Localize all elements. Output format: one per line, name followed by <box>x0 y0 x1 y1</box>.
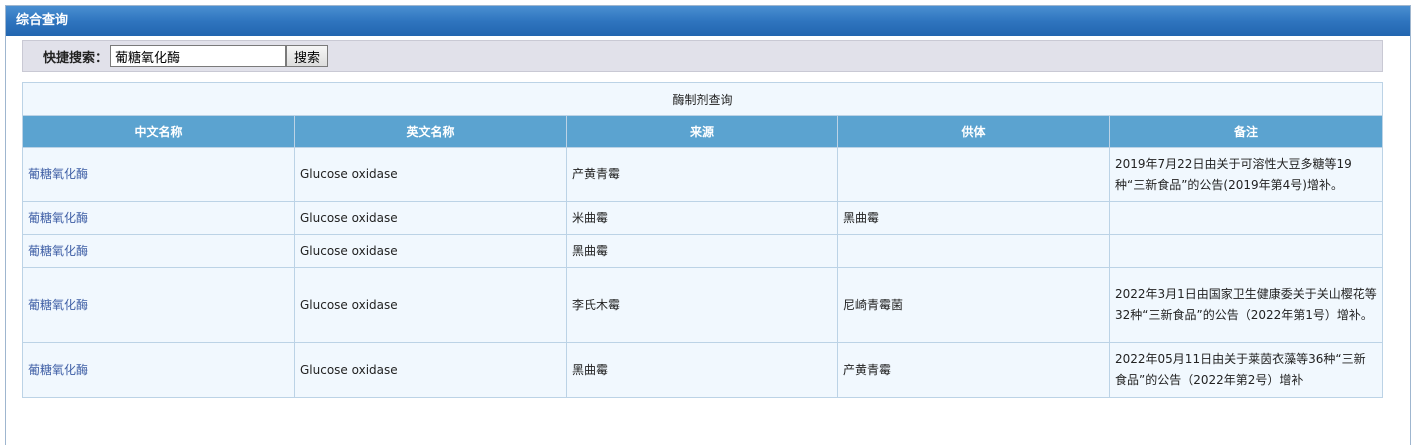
column-header-note: 备注 <box>1108 115 1384 148</box>
name-cn-cell: 葡糖氧化酶 <box>22 234 295 268</box>
name-en-cell: Glucose oxidase <box>294 201 567 235</box>
enzyme-results-table: 酶制剂查询 中文名称 英文名称 来源 供体 备注 葡糖氧化酶 Glucose o… <box>21 82 1384 398</box>
name-en-cell: Glucose oxidase <box>294 234 567 268</box>
table-row: 葡糖氧化酶 Glucose oxidase 黑曲霉 <box>22 234 1384 268</box>
enzyme-link[interactable]: 葡糖氧化酶 <box>28 211 88 225</box>
source-cell: 黑曲霉 <box>566 234 838 268</box>
search-label: 快捷搜索： <box>43 50 109 66</box>
column-header-name-en: 英文名称 <box>294 115 567 148</box>
source-cell: 米曲霉 <box>566 201 838 235</box>
name-en-cell: Glucose oxidase <box>294 147 567 202</box>
search-button[interactable]: 搜索 <box>286 45 329 67</box>
name-cn-cell: 葡糖氧化酶 <box>22 267 295 343</box>
name-en-cell: Glucose oxidase <box>294 342 567 398</box>
enzyme-link[interactable]: 葡糖氧化酶 <box>28 363 88 377</box>
table-row: 葡糖氧化酶 Glucose oxidase 米曲霉 黑曲霉 <box>22 201 1384 235</box>
quick-search-bar: 快捷搜索： 搜索 <box>22 40 1383 72</box>
table-caption: 酶制剂查询 <box>21 82 1384 116</box>
table-row: 葡糖氧化酶 Glucose oxidase 李氏木霉 尼崎青霉菌 2022年3月… <box>22 267 1384 343</box>
source-cell: 李氏木霉 <box>566 267 838 343</box>
donor-cell <box>837 234 1110 268</box>
note-cell <box>1108 234 1384 268</box>
table-row: 葡糖氧化酶 Glucose oxidase 黑曲霉 产黄青霉 2022年05月1… <box>22 342 1384 398</box>
donor-cell: 尼崎青霉菌 <box>837 267 1110 343</box>
donor-cell: 产黄青霉 <box>837 342 1110 398</box>
source-cell: 黑曲霉 <box>566 342 838 398</box>
column-header-name-cn: 中文名称 <box>22 115 295 148</box>
source-cell: 产黄青霉 <box>566 147 838 202</box>
donor-cell: 黑曲霉 <box>837 201 1110 235</box>
note-cell: 2022年3月1日由国家卫生健康委关于关山樱花等32种“三新食品”的公告（202… <box>1108 267 1384 343</box>
column-header-donor: 供体 <box>837 115 1110 148</box>
name-cn-cell: 葡糖氧化酶 <box>22 201 295 235</box>
enzyme-link[interactable]: 葡糖氧化酶 <box>28 298 88 312</box>
note-cell: 2019年7月22日由关于可溶性大豆多糖等19种“三新食品”的公告(2019年第… <box>1108 147 1384 202</box>
table-row: 葡糖氧化酶 Glucose oxidase 产黄青霉 2019年7月22日由关于… <box>22 147 1384 202</box>
enzyme-link[interactable]: 葡糖氧化酶 <box>28 244 88 258</box>
donor-cell <box>837 147 1110 202</box>
enzyme-link[interactable]: 葡糖氧化酶 <box>28 167 88 181</box>
panel-title: 综合查询 <box>6 6 1410 36</box>
search-input[interactable] <box>110 45 287 67</box>
name-cn-cell: 葡糖氧化酶 <box>22 147 295 202</box>
column-header-source: 来源 <box>566 115 838 148</box>
note-cell <box>1108 201 1384 235</box>
note-cell: 2022年05月11日由关于莱茵衣藻等36种“三新食品”的公告（2022年第2号… <box>1108 342 1384 398</box>
table-caption-row: 酶制剂查询 <box>21 82 1384 116</box>
name-cn-cell: 葡糖氧化酶 <box>22 342 295 398</box>
name-en-cell: Glucose oxidase <box>294 267 567 343</box>
table-header-row: 中文名称 英文名称 来源 供体 备注 <box>22 115 1384 148</box>
